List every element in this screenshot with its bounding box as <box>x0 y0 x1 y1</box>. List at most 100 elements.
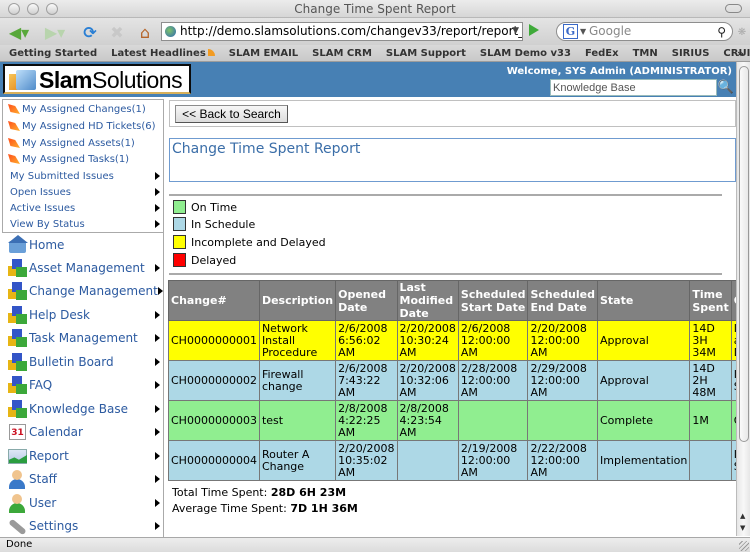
quick-link-assigned-tasks[interactable]: My Assigned Tasks(1) <box>8 151 129 167</box>
legend-item-on-time: On Time <box>173 199 237 215</box>
change-id-cell[interactable]: CH0000000004 <box>168 440 260 481</box>
chevron-right-icon <box>157 287 163 295</box>
scheduled-end-cell: 2/22/2008 12:00:00 AM <box>527 440 598 481</box>
menu-label: Report <box>29 449 69 463</box>
stop-icon[interactable]: ✖ <box>107 22 127 42</box>
menu-item-bulletin-board[interactable]: Bulletin Board <box>7 351 160 373</box>
quick-link-assigned-hd-tickets[interactable]: My Assigned HD Tickets(6) <box>8 118 156 134</box>
status-bar: Done <box>0 537 750 552</box>
scheduled-end-cell <box>527 400 598 441</box>
reload-icon[interactable]: ⟳ <box>80 22 100 42</box>
bookmarks-bar: Getting Started Latest Headlines SLAM EM… <box>0 45 750 62</box>
scheduled-start-cell: 2/28/2008 12:00:00 AM <box>457 360 529 401</box>
menu-item-task-management[interactable]: Task Management <box>7 327 160 349</box>
search-icon[interactable]: ⚲ <box>717 24 726 41</box>
column-header[interactable]: Opened Date <box>335 280 398 321</box>
back-arrow-icon[interactable]: ◀▾ <box>4 22 34 42</box>
bookmarks-overflow-button[interactable]: » <box>737 47 744 60</box>
google-icon[interactable]: G <box>563 24 578 39</box>
home-icon <box>7 235 28 255</box>
scrollbar-thumb[interactable] <box>739 66 749 442</box>
change-id-cell[interactable]: CH0000000001 <box>168 320 260 361</box>
legend-swatch <box>173 217 186 231</box>
url-text: http://demo.slamsolutions.com/changev33/… <box>180 24 522 38</box>
toolbar-toggle-button[interactable] <box>725 4 742 13</box>
menu-item-help-desk[interactable]: Help Desk <box>7 304 160 326</box>
search-engine-dropdown-icon[interactable]: ▼ <box>580 23 586 40</box>
quick-link-label: My Assigned Changes(1) <box>22 103 146 115</box>
column-header[interactable]: Description <box>258 280 337 321</box>
bookmark-item[interactable]: SLAM Demo v33 <box>480 48 571 59</box>
chevron-right-icon <box>155 452 160 460</box>
menu-item-home[interactable]: Home <box>7 234 160 256</box>
quick-link-assigned-changes[interactable]: My Assigned Changes(1) <box>8 101 146 117</box>
menu-item-change-management[interactable]: Change Management <box>7 280 163 302</box>
bookmark-item[interactable]: TMN <box>633 48 658 59</box>
total-label: Total Time Spent: <box>172 486 268 499</box>
url-input[interactable]: http://demo.slamsolutions.com/changev33/… <box>161 22 523 41</box>
quick-links-panel: My Assigned Changes(1) My Assigned HD Ti… <box>2 99 164 233</box>
back-to-search-button[interactable]: << Back to Search <box>175 105 288 123</box>
user-icon <box>7 493 28 513</box>
submenu-view-by-status[interactable]: View By Status <box>10 216 160 232</box>
flame-icon <box>8 121 20 131</box>
column-header[interactable]: Time Spent <box>689 280 732 321</box>
column-header[interactable]: Change# <box>168 280 260 321</box>
submenu-open-issues[interactable]: Open Issues <box>10 184 160 200</box>
menu-item-asset-management[interactable]: Asset Management <box>7 257 160 279</box>
blocks-icon <box>7 352 28 372</box>
chevron-right-icon <box>155 264 160 272</box>
logo[interactable]: SlamSolutions <box>3 64 191 94</box>
quick-link-assigned-assets[interactable]: My Assigned Assets(1) <box>8 135 135 151</box>
change-id-cell[interactable]: CH0000000002 <box>168 360 260 401</box>
menu-item-calendar[interactable]: 31 Calendar <box>7 421 160 443</box>
column-header[interactable]: Scheduled End Date <box>527 280 598 321</box>
bookmark-item[interactable]: SLAM EMAIL <box>229 48 298 59</box>
time-spent-cell <box>689 440 732 481</box>
chevron-right-icon <box>155 475 160 483</box>
legend-label: On Time <box>191 200 238 214</box>
bookmark-item[interactable]: SLAM Support <box>386 48 466 59</box>
menu-item-settings[interactable]: Settings <box>7 515 160 537</box>
blocks-icon <box>7 305 28 325</box>
window-title: Change Time Spent Report <box>294 2 456 16</box>
change-id-cell[interactable]: CH0000000003 <box>168 400 260 441</box>
submenu-my-submitted-issues[interactable]: My Submitted Issues <box>10 168 160 184</box>
bookmark-item[interactable]: Latest Headlines <box>111 48 215 59</box>
state-cell: Approval <box>596 360 691 401</box>
scroll-down-arrow-icon[interactable]: ▼ <box>740 524 745 532</box>
column-header[interactable]: State <box>596 280 691 321</box>
bookmark-item[interactable]: SLAM CRM <box>312 48 372 59</box>
column-header[interactable]: Scheduled Start Date <box>457 280 529 321</box>
flame-icon <box>8 104 20 114</box>
home-page-icon[interactable]: ⌂ <box>134 22 156 42</box>
report-title-box: Change Time Spent Report <box>169 138 736 182</box>
menu-item-user[interactable]: User <box>7 492 160 514</box>
scheduled-start-cell <box>457 400 529 441</box>
bookmark-item[interactable]: Getting Started <box>9 48 97 59</box>
wrench-icon <box>7 516 28 536</box>
description-cell: Network Install Procedure <box>258 320 337 361</box>
chevron-right-icon <box>155 311 160 319</box>
bookmark-item[interactable]: SIRIUS <box>672 48 710 59</box>
go-button[interactable] <box>529 24 539 36</box>
knowledge-base-search-input[interactable] <box>550 79 717 96</box>
menu-label: Change Management <box>29 284 158 298</box>
column-header[interactable]: Last Modified Date <box>396 280 459 321</box>
browser-search-input[interactable]: G ▼ Google ⚲ <box>556 22 733 41</box>
bookmark-item[interactable]: FedEx <box>585 48 619 59</box>
submenu-active-issues[interactable]: Active Issues <box>10 200 160 216</box>
menu-item-knowledge-base[interactable]: Knowledge Base <box>7 398 160 420</box>
menu-item-staff[interactable]: Staff <box>7 468 160 490</box>
menu-item-faq[interactable]: FAQ <box>7 374 160 396</box>
url-dropdown-icon[interactable]: ▼ <box>512 23 519 40</box>
forward-arrow-icon[interactable]: ▶▾ <box>40 22 70 42</box>
menu-label: Home <box>29 238 65 252</box>
quick-link-label: My Assigned Tasks(1) <box>22 153 130 165</box>
description-cell: Router A Change <box>258 440 337 481</box>
search-icon[interactable]: 🔍 <box>717 78 735 97</box>
menu-item-report[interactable]: Report <box>7 445 160 467</box>
vertical-scrollbar[interactable]: ▲ ▼ <box>736 62 750 536</box>
scroll-up-arrow-icon[interactable]: ▲ <box>740 512 745 520</box>
resize-grip-icon[interactable] <box>739 541 749 551</box>
